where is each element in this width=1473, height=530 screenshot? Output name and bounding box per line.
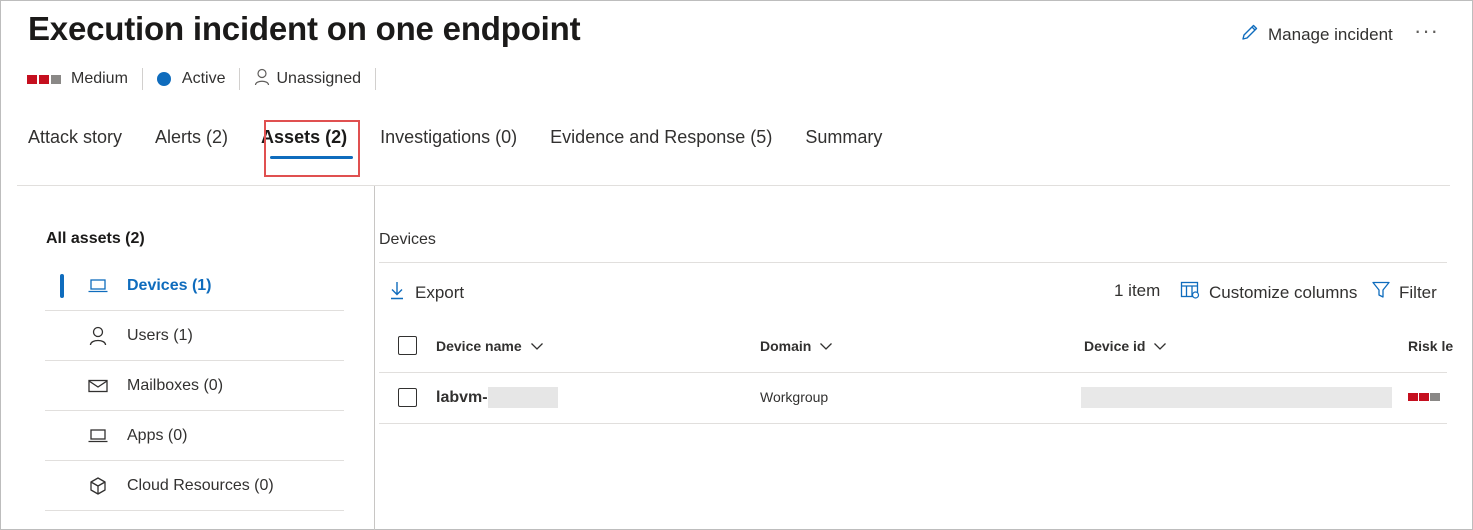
- status-dot-icon: [156, 72, 171, 86]
- divider: [379, 372, 1447, 373]
- sidebar-item-label: Apps (0): [127, 426, 188, 444]
- sidebar-item-mailboxes[interactable]: Mailboxes (0): [45, 361, 344, 411]
- divider: [374, 68, 376, 90]
- assignee-indicator[interactable]: Unassigned: [254, 68, 361, 90]
- column-header-label: Domain: [760, 338, 812, 354]
- domain-cell: Workgroup: [760, 389, 829, 405]
- redacted-text: [487, 387, 558, 408]
- risk-bar: [1408, 393, 1418, 401]
- page-title: Execution incident on one endpoint: [28, 10, 581, 47]
- tab-evidence-and-response[interactable]: Evidence and Response (5): [550, 127, 772, 148]
- column-header-label: Risk le: [1408, 338, 1454, 354]
- severity-bar: [39, 74, 49, 84]
- export-label: Export: [415, 282, 465, 302]
- incident-tabs: Attack story Alerts (2) Assets (2) Inves…: [28, 127, 915, 148]
- severity-label: Medium: [71, 70, 128, 87]
- laptop-icon: [85, 428, 111, 444]
- mail-icon: [85, 378, 111, 394]
- more-options-button[interactable]: ···: [1414, 18, 1439, 44]
- column-header-device-name[interactable]: Device name: [436, 338, 544, 354]
- person-icon: [254, 68, 270, 91]
- devices-section-title: Devices: [379, 231, 436, 248]
- divider: [17, 185, 1450, 186]
- severity-bars-icon: [27, 74, 61, 84]
- severity-bar: [51, 74, 61, 84]
- divider: [379, 262, 1447, 263]
- chevron-down-icon: [819, 338, 833, 354]
- select-all-checkbox[interactable]: [398, 336, 417, 355]
- tab-summary[interactable]: Summary: [805, 127, 882, 148]
- column-header-device-id[interactable]: Device id: [1084, 338, 1167, 354]
- sidebar-item-label: Cloud Resources (0): [127, 476, 274, 494]
- user-icon: [85, 326, 111, 346]
- tab-highlight-box: [264, 120, 360, 177]
- sidebar-item-cloud-resources[interactable]: Cloud Resources (0): [45, 461, 344, 511]
- column-header-label: Device name: [436, 338, 522, 354]
- filter-label: Filter: [1399, 282, 1437, 302]
- filter-button[interactable]: Filter: [1371, 280, 1437, 305]
- tab-investigations[interactable]: Investigations (0): [380, 127, 517, 148]
- column-header-risk-level[interactable]: Risk le: [1408, 338, 1473, 354]
- sidebar-item-label: Devices (1): [127, 276, 212, 294]
- sidebar-item-label: Mailboxes (0): [127, 376, 224, 394]
- device-name-link[interactable]: labvm-: [436, 387, 558, 408]
- divider: [239, 68, 241, 90]
- item-count: 1 item: [1114, 281, 1161, 300]
- device-name-text: labvm-: [436, 388, 488, 406]
- severity-indicator: Medium: [27, 68, 128, 90]
- sidebar-item-apps[interactable]: Apps (0): [45, 411, 344, 461]
- columns-icon: [1180, 280, 1200, 305]
- tab-attack-story[interactable]: Attack story: [28, 127, 122, 148]
- filter-icon: [1371, 280, 1391, 305]
- status-label: Active: [181, 70, 226, 87]
- sidebar-item-label: Users (1): [127, 326, 193, 344]
- tab-alerts[interactable]: Alerts (2): [155, 127, 228, 148]
- sidebar-item-users[interactable]: Users (1): [45, 311, 344, 361]
- divider: [141, 68, 143, 90]
- divider: [379, 423, 1447, 424]
- chevron-down-icon: [530, 338, 544, 354]
- status-indicator: Active: [156, 68, 226, 90]
- device-id-redacted: [1081, 387, 1392, 408]
- all-assets-heading: All assets (2): [46, 230, 145, 247]
- manage-incident-label: Manage incident: [1268, 24, 1393, 44]
- manage-incident-button[interactable]: Manage incident: [1240, 22, 1393, 47]
- cube-icon: [85, 476, 111, 496]
- risk-level-bars-icon: [1408, 393, 1440, 401]
- column-header-domain[interactable]: Domain: [760, 338, 833, 354]
- chevron-down-icon: [1153, 338, 1167, 354]
- pane-divider: [374, 186, 375, 530]
- export-button[interactable]: Export: [389, 280, 464, 305]
- severity-bar: [27, 74, 37, 84]
- row-checkbox[interactable]: [398, 388, 417, 407]
- customize-columns-label: Customize columns: [1209, 282, 1358, 302]
- assignee-label: Unassigned: [276, 70, 361, 87]
- risk-bar: [1419, 393, 1429, 401]
- risk-bar: [1430, 393, 1440, 401]
- pencil-icon: [1240, 22, 1260, 47]
- laptop-icon: [85, 278, 111, 294]
- download-icon: [389, 280, 405, 305]
- incident-status-row: Medium Active Unassigned: [27, 68, 390, 90]
- sidebar-item-devices[interactable]: Devices (1): [45, 261, 344, 311]
- column-header-label: Device id: [1084, 338, 1146, 354]
- customize-columns-button[interactable]: Customize columns: [1180, 280, 1357, 305]
